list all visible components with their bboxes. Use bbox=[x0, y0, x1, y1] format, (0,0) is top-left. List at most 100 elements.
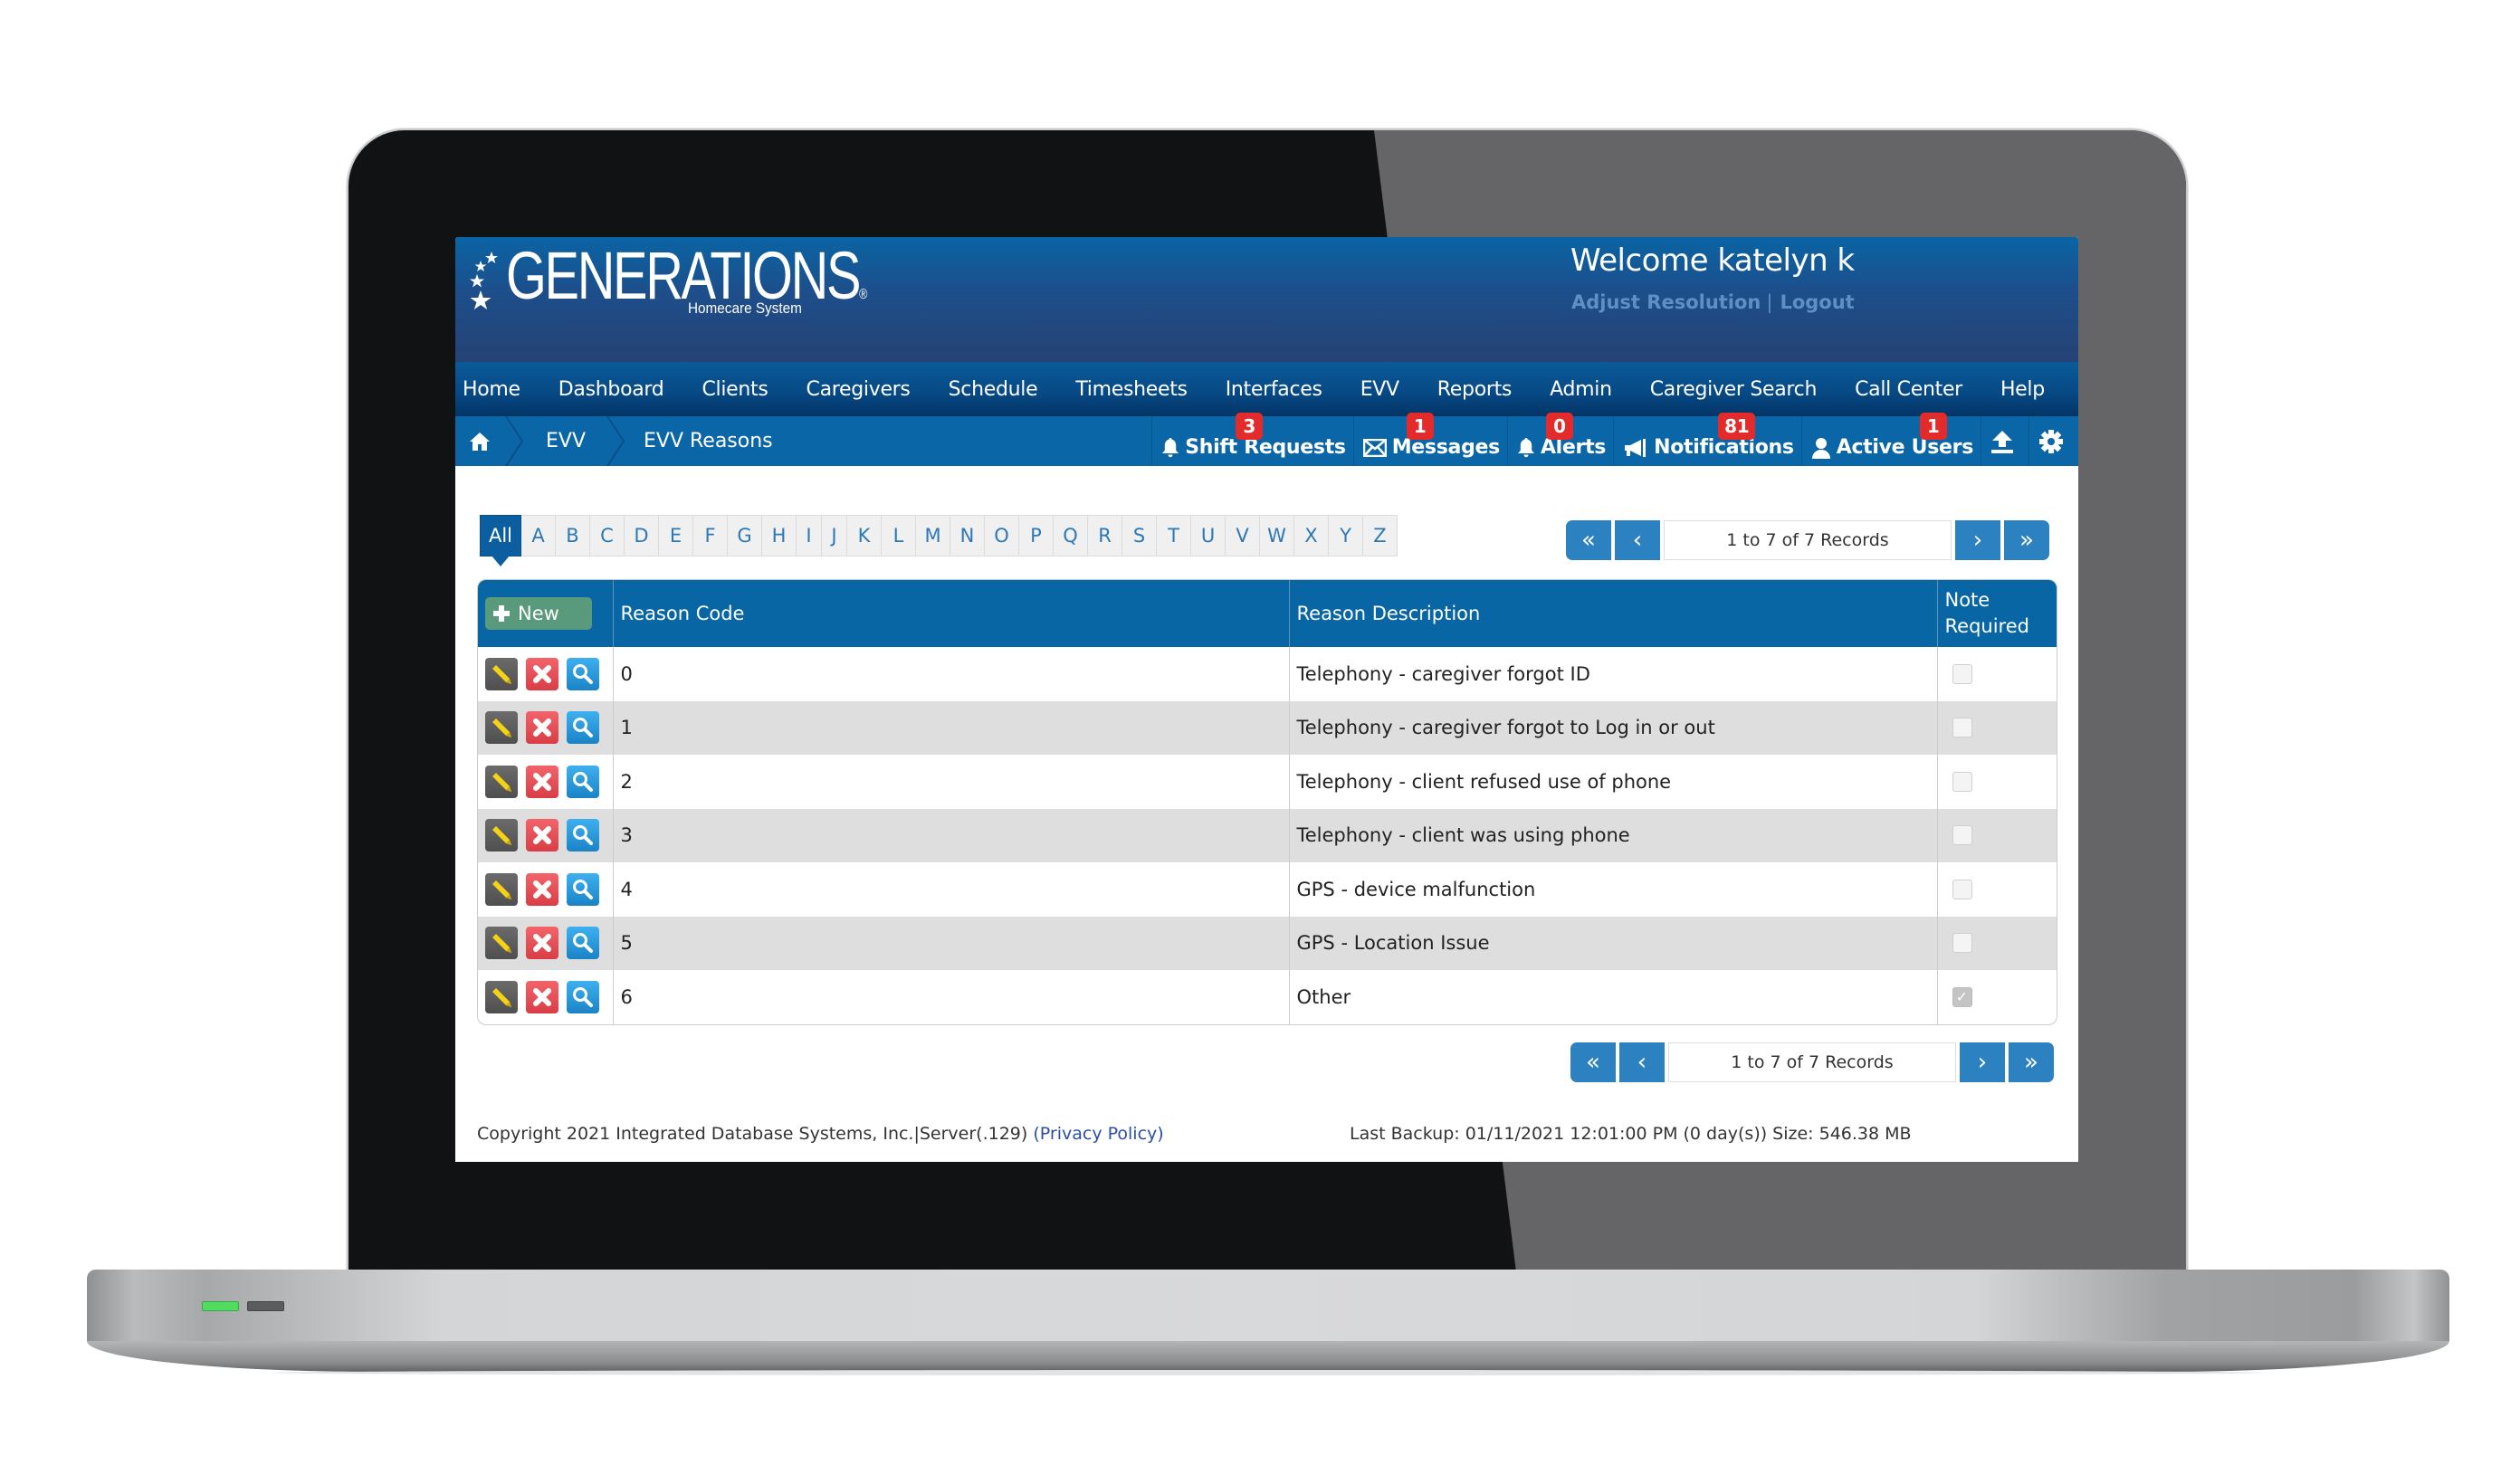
delete-button[interactable] bbox=[526, 657, 558, 690]
nav-admin[interactable]: Admin bbox=[1550, 378, 1612, 401]
prev-page-button[interactable]: ‹ bbox=[1619, 1042, 1665, 1082]
adjust-resolution-link[interactable]: Adjust Resolution bbox=[1571, 291, 1761, 313]
table-row: 5 GPS - Location Issue bbox=[478, 916, 2057, 970]
edit-button[interactable] bbox=[485, 819, 518, 852]
note-required-checkbox[interactable] bbox=[1952, 718, 1972, 738]
note-required-checkbox[interactable]: ✓ bbox=[1952, 986, 1972, 1007]
upload-button[interactable] bbox=[1981, 416, 2028, 466]
delete-button[interactable] bbox=[526, 819, 558, 852]
alpha-filter-w[interactable]: W bbox=[1260, 515, 1294, 557]
alpha-filter-b[interactable]: B bbox=[556, 515, 590, 557]
alpha-filter-y[interactable]: Y bbox=[1329, 515, 1363, 557]
last-page-button[interactable]: » bbox=[2009, 1042, 2054, 1082]
alpha-filter-s[interactable]: S bbox=[1122, 515, 1157, 557]
shift-requests-button[interactable]: Shift Requests 3 bbox=[1151, 413, 1353, 466]
alpha-filter-v[interactable]: V bbox=[1226, 515, 1260, 557]
edit-button[interactable] bbox=[485, 657, 518, 690]
alpha-filter-d[interactable]: D bbox=[625, 515, 659, 557]
privacy-policy-link[interactable]: (Privacy Policy) bbox=[1033, 1124, 1163, 1144]
active-users-button[interactable]: Active Users 1 bbox=[1800, 413, 1981, 466]
alpha-filter-x[interactable]: X bbox=[1294, 515, 1329, 557]
generations-logo[interactable]: GENERATIONS® Homecare System bbox=[468, 238, 867, 331]
note-required-checkbox[interactable] bbox=[1952, 933, 1972, 954]
nav-caregivers[interactable]: Caregivers bbox=[807, 378, 911, 401]
delete-button[interactable] bbox=[526, 765, 558, 798]
nav-call-center[interactable]: Call Center bbox=[1855, 378, 1962, 401]
note-required-header[interactable]: Note Required bbox=[1937, 580, 2057, 647]
nav-reports[interactable]: Reports bbox=[1437, 378, 1513, 401]
view-button[interactable] bbox=[567, 657, 599, 690]
edit-button[interactable] bbox=[485, 765, 518, 798]
alpha-filter-p[interactable]: P bbox=[1019, 515, 1054, 557]
view-button[interactable] bbox=[567, 872, 599, 906]
alpha-filter-k[interactable]: K bbox=[847, 515, 882, 557]
alpha-filter-j[interactable]: J bbox=[822, 515, 847, 557]
note-required-checkbox[interactable] bbox=[1952, 663, 1972, 684]
nav-home[interactable]: Home bbox=[463, 378, 520, 401]
shift-requests-label: Shift Requests bbox=[1185, 436, 1346, 459]
nav-clients[interactable]: Clients bbox=[702, 378, 768, 401]
nav-dashboard[interactable]: Dashboard bbox=[558, 378, 664, 401]
alpha-filter-c[interactable]: C bbox=[590, 515, 625, 557]
alpha-filter-r[interactable]: R bbox=[1088, 515, 1122, 557]
alpha-filter-all[interactable]: All bbox=[480, 515, 521, 566]
view-button[interactable] bbox=[567, 819, 599, 852]
view-button[interactable] bbox=[567, 980, 599, 1013]
user-icon bbox=[1811, 437, 1830, 459]
next-page-button[interactable]: › bbox=[1955, 520, 2000, 560]
bell-icon bbox=[1162, 437, 1179, 457]
alpha-filter-m[interactable]: M bbox=[916, 515, 950, 557]
main-nav: Home Dashboard Clients Caregivers Schedu… bbox=[455, 362, 2078, 416]
note-required-checkbox[interactable] bbox=[1952, 771, 1972, 792]
nav-interfaces[interactable]: Interfaces bbox=[1226, 378, 1322, 401]
alerts-button[interactable]: Alerts 0 bbox=[1506, 413, 1613, 466]
settings-button[interactable] bbox=[2028, 416, 2078, 466]
alpha-filter-h[interactable]: H bbox=[762, 515, 797, 557]
view-button[interactable] bbox=[567, 927, 599, 960]
alpha-filter-a[interactable]: A bbox=[521, 515, 556, 557]
nav-evv[interactable]: EVV bbox=[1360, 378, 1399, 401]
alpha-filter-e[interactable]: E bbox=[659, 515, 693, 557]
new-button[interactable]: New bbox=[485, 597, 592, 630]
reason-code-header[interactable]: Reason Code bbox=[613, 580, 1290, 647]
nav-timesheets[interactable]: Timesheets bbox=[1075, 378, 1188, 401]
nav-caregiver-search[interactable]: Caregiver Search bbox=[1650, 378, 1818, 401]
alpha-filter-o[interactable]: O bbox=[985, 515, 1019, 557]
delete-button[interactable] bbox=[526, 980, 558, 1013]
delete-button[interactable] bbox=[526, 872, 558, 906]
view-button[interactable] bbox=[567, 765, 599, 798]
delete-button[interactable] bbox=[526, 711, 558, 745]
note-required-checkbox[interactable] bbox=[1952, 825, 1972, 846]
alpha-filter-i[interactable]: I bbox=[797, 515, 822, 557]
edit-button[interactable] bbox=[485, 927, 518, 960]
alpha-filter-t[interactable]: T bbox=[1157, 515, 1191, 557]
logout-link[interactable]: Logout bbox=[1780, 291, 1854, 313]
notifications-button[interactable]: Notifications 81 bbox=[1613, 413, 1801, 466]
alpha-filter-g[interactable]: G bbox=[728, 515, 762, 557]
breadcrumb-evv[interactable]: EVV bbox=[526, 416, 606, 466]
prev-page-button[interactable]: ‹ bbox=[1615, 520, 1660, 560]
delete-button[interactable] bbox=[526, 927, 558, 960]
edit-button[interactable] bbox=[485, 872, 518, 906]
alpha-filter-f[interactable]: F bbox=[693, 515, 728, 557]
reason-description-header[interactable]: Reason Description bbox=[1289, 580, 1938, 647]
first-page-button[interactable]: « bbox=[1570, 1042, 1616, 1082]
alpha-filter-u[interactable]: U bbox=[1191, 515, 1226, 557]
alpha-filter-q[interactable]: Q bbox=[1054, 515, 1088, 557]
messages-button[interactable]: Messages 1 bbox=[1352, 413, 1507, 466]
note-required-checkbox[interactable] bbox=[1952, 879, 1972, 899]
view-button[interactable] bbox=[567, 711, 599, 745]
nav-schedule[interactable]: Schedule bbox=[949, 378, 1038, 401]
alpha-filter-z[interactable]: Z bbox=[1363, 515, 1398, 557]
table-row: 0 Telephony - caregiver forgot ID bbox=[478, 647, 2057, 701]
last-page-button[interactable]: » bbox=[2004, 520, 2049, 560]
first-page-button[interactable]: « bbox=[1566, 520, 1611, 560]
breadcrumb-home[interactable] bbox=[455, 416, 504, 466]
alpha-filter-n[interactable]: N bbox=[950, 515, 985, 557]
next-page-button[interactable]: › bbox=[1960, 1042, 2005, 1082]
alpha-filter-l[interactable]: L bbox=[882, 515, 916, 557]
pencil-icon bbox=[492, 772, 511, 792]
edit-button[interactable] bbox=[485, 980, 518, 1013]
edit-button[interactable] bbox=[485, 711, 518, 745]
nav-help[interactable]: Help bbox=[2000, 378, 2045, 401]
